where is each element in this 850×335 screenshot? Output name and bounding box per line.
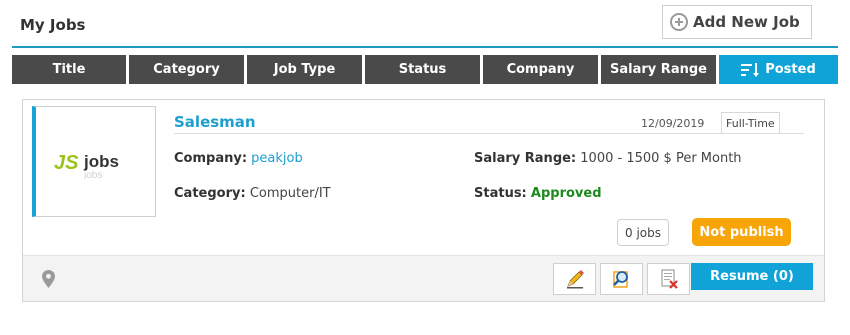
plus-circle-icon bbox=[670, 13, 688, 31]
map-pin-icon bbox=[42, 270, 55, 288]
company-logo: JS jobs jobs bbox=[54, 152, 119, 179]
jobs-count-badge: 0 jobs bbox=[617, 219, 669, 246]
svg-text:jobs: jobs bbox=[83, 152, 119, 171]
status-value: Approved bbox=[530, 186, 602, 201]
job-title-link[interactable]: Salesman bbox=[174, 113, 256, 131]
sort-company[interactable]: Company bbox=[483, 55, 598, 84]
divider bbox=[174, 133, 804, 134]
salary-key: Salary Range: bbox=[474, 151, 577, 166]
svg-text:jobs: jobs bbox=[83, 170, 102, 179]
status-key: Status: bbox=[474, 186, 527, 201]
resume-button[interactable]: Resume (0) bbox=[691, 263, 813, 290]
sort-category[interactable]: Category bbox=[129, 55, 244, 84]
company-field: Company: peakjob bbox=[174, 151, 303, 166]
company-logo-frame: JS jobs jobs bbox=[32, 106, 156, 217]
sort-icon bbox=[741, 62, 760, 77]
sort-category-label: Category bbox=[153, 62, 220, 77]
sort-status[interactable]: Status bbox=[365, 55, 480, 84]
job-card-footer: Resume (0) bbox=[23, 255, 824, 301]
posted-date: 12/09/2019 bbox=[641, 117, 705, 130]
sort-posted[interactable]: Posted bbox=[719, 55, 838, 84]
category-field: Category: Computer/IT bbox=[174, 186, 331, 201]
svg-text:JS: JS bbox=[54, 152, 79, 174]
page-header: My Jobs Add New Job bbox=[12, 0, 838, 48]
edit-job-button[interactable] bbox=[553, 263, 596, 295]
sort-job-type[interactable]: Job Type bbox=[247, 55, 362, 84]
search-copy-icon bbox=[612, 271, 628, 288]
category-value: Computer/IT bbox=[249, 186, 331, 201]
not-publish-badge[interactable]: Not publish bbox=[692, 218, 791, 246]
delete-doc-icon bbox=[661, 269, 678, 289]
job-type-badge: Full-Time bbox=[721, 112, 780, 134]
sort-title[interactable]: Title bbox=[12, 55, 126, 84]
view-job-button[interactable] bbox=[600, 263, 643, 295]
job-card: JS jobs jobs Salesman 12/09/2019 Full-Ti… bbox=[22, 99, 825, 302]
sort-status-label: Status bbox=[398, 62, 447, 77]
add-new-job-label: Add New Job bbox=[693, 13, 800, 31]
sort-posted-label: Posted bbox=[765, 62, 816, 77]
status-field: Status: Approved bbox=[474, 186, 602, 201]
sort-title-label: Title bbox=[52, 62, 86, 77]
add-new-job-button[interactable]: Add New Job bbox=[662, 5, 812, 39]
sort-bar: Title Category Job Type Status Company S… bbox=[12, 55, 838, 84]
company-link[interactable]: peakjob bbox=[251, 151, 303, 166]
category-key: Category: bbox=[174, 186, 246, 201]
sort-salary-range-label: Salary Range bbox=[610, 62, 707, 77]
edit-pencil-icon bbox=[566, 270, 584, 289]
salary-field: Salary Range: 1000 - 1500 $ Per Month bbox=[474, 151, 742, 166]
company-key: Company: bbox=[174, 151, 248, 166]
salary-value: 1000 - 1500 $ Per Month bbox=[580, 151, 742, 166]
sort-salary-range[interactable]: Salary Range bbox=[601, 55, 716, 84]
sort-job-type-label: Job Type bbox=[273, 62, 336, 77]
page-title: My Jobs bbox=[20, 16, 86, 34]
delete-job-button[interactable] bbox=[647, 263, 690, 295]
sort-company-label: Company bbox=[506, 62, 575, 77]
